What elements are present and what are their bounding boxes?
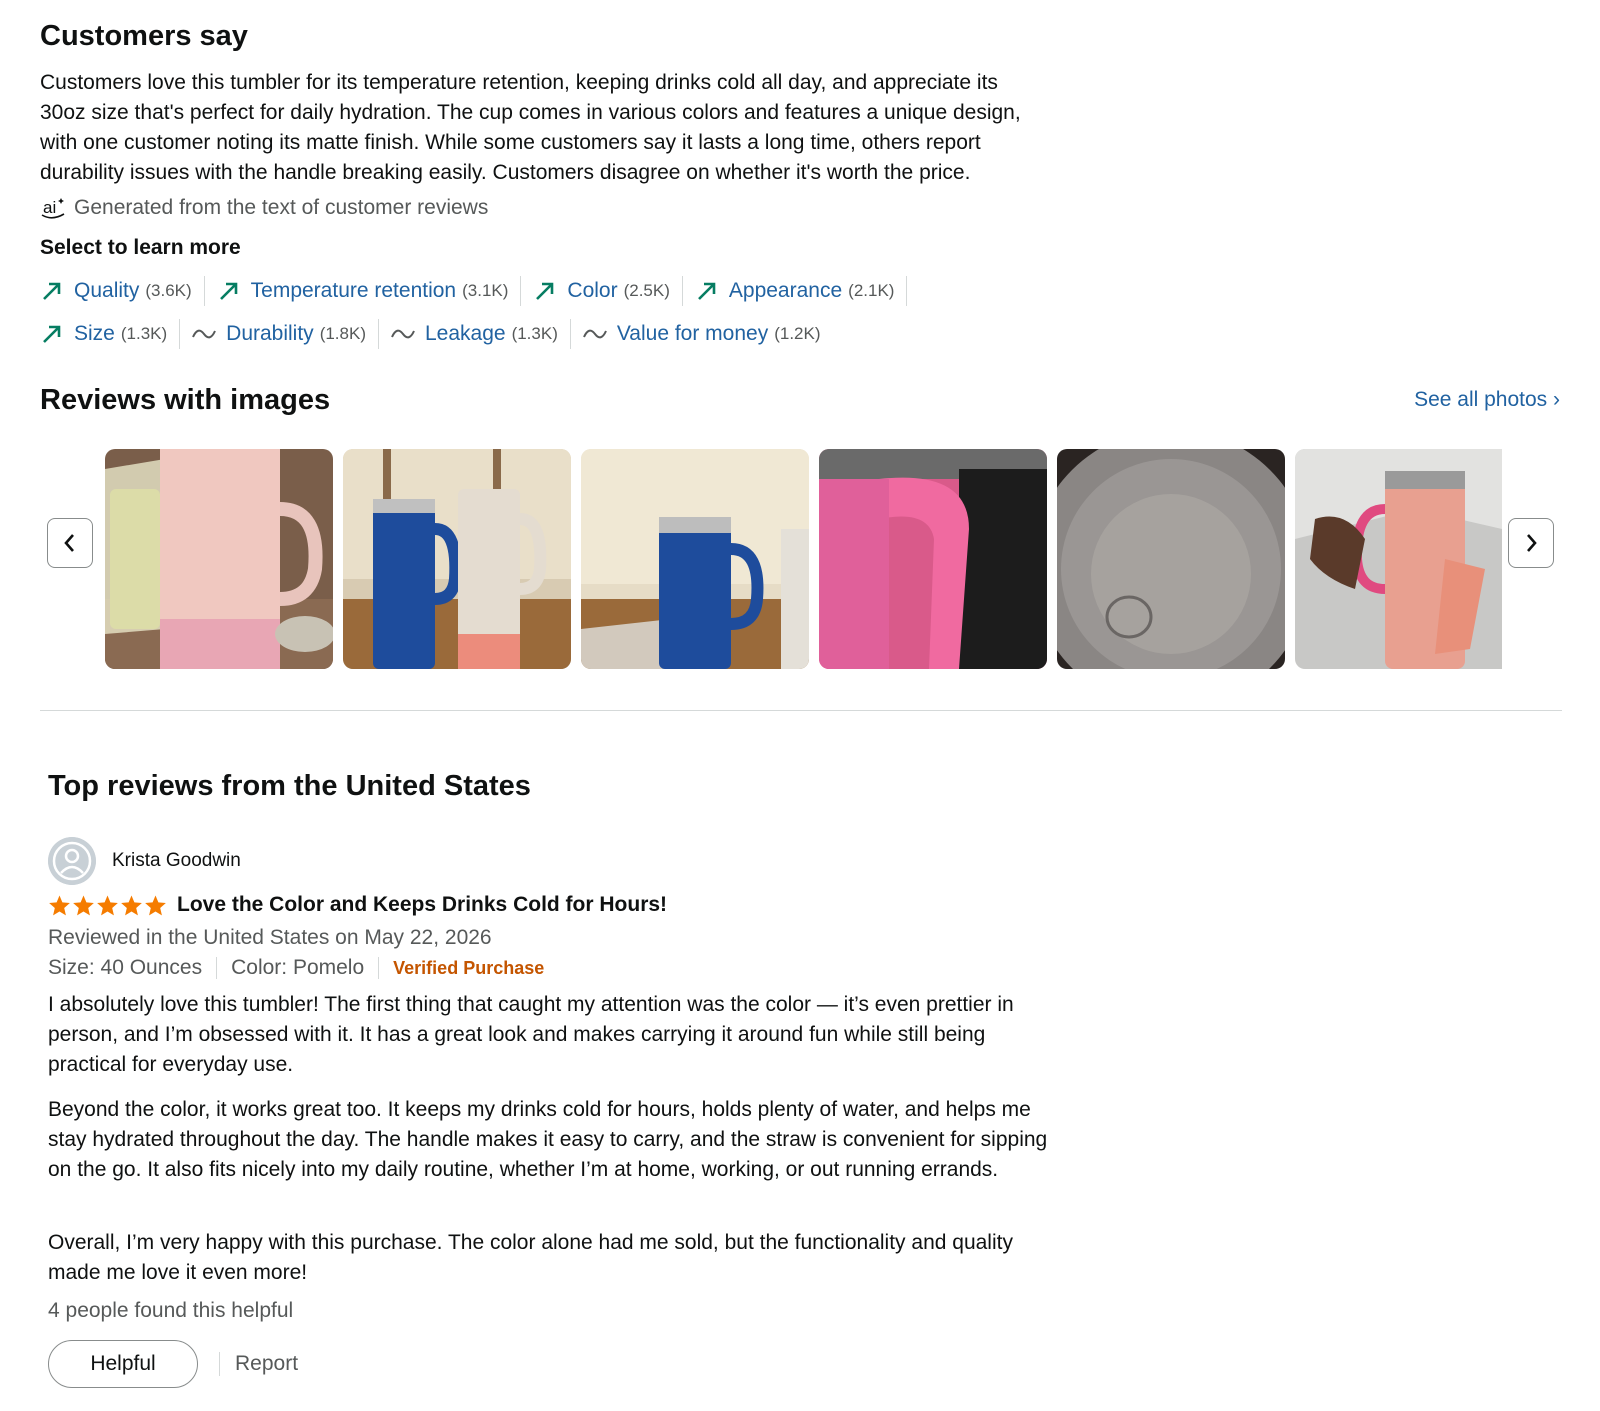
- aspect-label: Durability: [226, 322, 314, 345]
- aspect-temperature-retention[interactable]: Temperature retention (3.1K): [217, 276, 522, 306]
- aspect-row: Quality (3.6K) Temperature retention (3.…: [40, 275, 919, 307]
- review-image-thumbnail[interactable]: [1057, 449, 1285, 669]
- carousel-prev-button[interactable]: [47, 518, 93, 568]
- mixed-wave-icon: [582, 329, 607, 339]
- aspect-label: Quality: [74, 279, 140, 302]
- aspect-durability[interactable]: Durability (1.8K): [192, 319, 379, 349]
- positive-arrow-icon: [697, 282, 716, 300]
- section-divider: [40, 710, 1562, 711]
- aspect-value-for-money[interactable]: Value for money (1.2K): [582, 319, 833, 349]
- aspect-label: Size: [74, 322, 115, 345]
- aspect-quality[interactable]: Quality (3.6K): [40, 276, 205, 306]
- aspect-appearance[interactable]: Appearance (2.1K): [695, 276, 908, 306]
- customers-say-summary: Customers love this tumbler for its temp…: [40, 71, 1021, 184]
- helpful-count: 4 people found this helpful: [48, 1299, 294, 1322]
- positive-arrow-icon: [43, 325, 61, 343]
- mixed-wave-icon: [391, 329, 415, 339]
- meta-separator: [378, 957, 380, 979]
- review-title[interactable]: Love the Color and Keeps Drinks Cold for…: [177, 893, 667, 917]
- reviewer-profile[interactable]: Krista Goodwin: [48, 837, 241, 885]
- review-image-thumbnail[interactable]: [1295, 449, 1502, 669]
- carousel-next-button[interactable]: [1508, 518, 1554, 568]
- star-icon: [49, 894, 70, 915]
- default-avatar-icon: [48, 837, 96, 885]
- review-body-paragraph: I absolutely love this tumbler! The firs…: [48, 993, 1014, 1076]
- aspect-count: (2.1K): [848, 281, 895, 300]
- aspect-label: Color: [567, 279, 618, 302]
- aspect-label: Temperature retention: [250, 279, 457, 302]
- ai-icon: ai: [41, 198, 65, 219]
- mixed-wave-icon: [192, 329, 217, 339]
- select-to-learn-title: Select to learn more: [40, 236, 241, 259]
- aspect-count: (3.6K): [145, 281, 192, 300]
- action-separator: [219, 1352, 220, 1376]
- report-link[interactable]: Report: [235, 1352, 298, 1376]
- aspect-color[interactable]: Color (2.5K): [533, 276, 683, 306]
- review-variant-info: Size: 40 Ounces Color: Pomelo Verified P…: [48, 956, 544, 980]
- reviews-with-images-title: Reviews with images: [40, 384, 331, 416]
- top-reviews-title: Top reviews from the United States: [48, 770, 531, 802]
- star-icon: [145, 894, 166, 915]
- ai-note-text: Generated from the text of customer revi…: [74, 196, 489, 219]
- aspect-row: Size (1.3K) Durability (1.8K) Leakage (1…: [40, 318, 845, 350]
- verified-purchase-badge: Verified Purchase: [393, 957, 545, 978]
- review-image-thumbnail[interactable]: [105, 449, 333, 669]
- helpful-button[interactable]: Helpful: [48, 1340, 198, 1388]
- review-header: Love the Color and Keeps Drinks Cold for…: [48, 893, 667, 917]
- star-icon: [73, 894, 94, 915]
- star-rating[interactable]: [48, 894, 167, 917]
- aspect-count: (1.3K): [120, 324, 168, 343]
- aspect-leakage[interactable]: Leakage (1.3K): [391, 319, 571, 349]
- chevron-right-icon: [1527, 534, 1537, 552]
- aspect-count: (1.8K): [319, 324, 366, 343]
- aspect-size[interactable]: Size (1.3K): [40, 319, 181, 349]
- review-image-thumbnail[interactable]: [819, 449, 1047, 669]
- review-image-carousel: [105, 449, 1502, 669]
- see-all-photos-link[interactable]: See all photos ›: [1414, 388, 1560, 412]
- positive-arrow-icon: [43, 282, 61, 300]
- chevron-left-icon: [64, 534, 74, 552]
- aspect-label: Value for money: [616, 322, 769, 345]
- aspect-label: Appearance: [728, 279, 843, 302]
- variant-color: Color: Pomelo: [231, 956, 365, 979]
- ai-generated-note: ai Generated from the text of customer r…: [40, 194, 488, 222]
- customers-say-title: Customers say: [40, 20, 248, 52]
- aspect-count: (1.2K): [774, 324, 821, 343]
- aspect-count: (1.3K): [511, 324, 558, 343]
- variant-size: Size: 40 Ounces: [48, 956, 203, 979]
- review-body-paragraph: Beyond the color, it works great too. It…: [48, 1098, 1048, 1181]
- reviewer-name: Krista Goodwin: [112, 850, 241, 871]
- star-icon: [121, 894, 142, 915]
- review-image-thumbnail[interactable]: [343, 449, 571, 669]
- positive-arrow-icon: [536, 282, 554, 300]
- aspect-count: (3.1K): [462, 281, 509, 300]
- review-body-paragraph: Overall, I’m very happy with this purcha…: [48, 1231, 1013, 1284]
- avatar: [48, 837, 96, 885]
- review-image-thumbnail[interactable]: [581, 449, 809, 669]
- review-date: Reviewed in the United States on May 22,…: [48, 926, 492, 949]
- svg-text:ai: ai: [43, 198, 56, 217]
- aspect-label: Leakage: [424, 322, 506, 345]
- star-icon: [97, 894, 118, 915]
- positive-arrow-icon: [219, 282, 237, 300]
- aspect-count: (2.5K): [623, 281, 670, 300]
- meta-separator: [216, 957, 218, 979]
